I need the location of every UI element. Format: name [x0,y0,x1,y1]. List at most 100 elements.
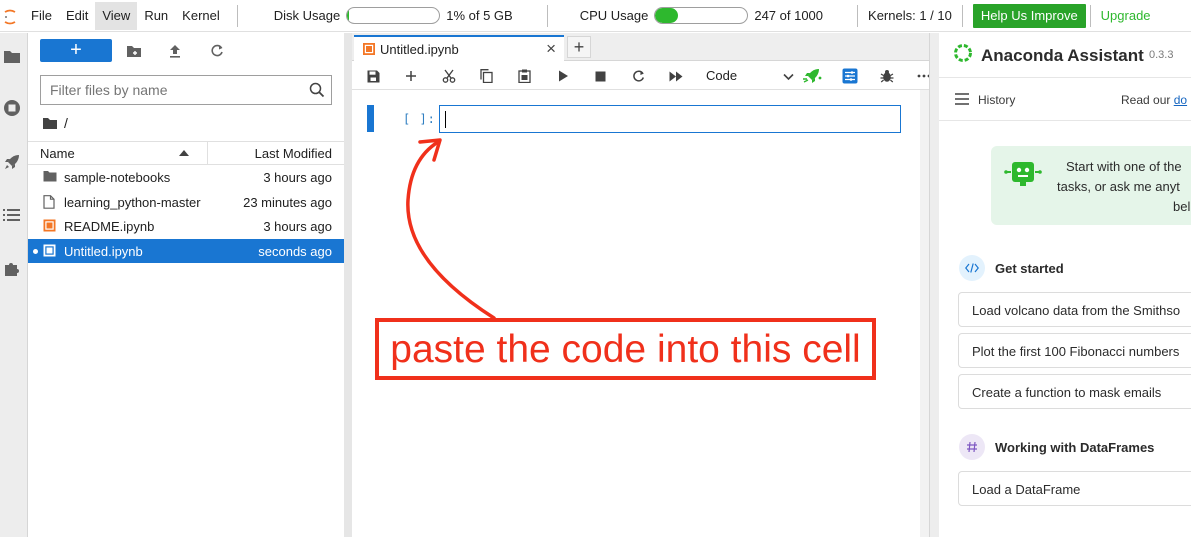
notebook-icon [43,219,57,233]
copy-icon[interactable] [477,67,495,85]
chevron-down-icon [783,69,794,84]
suggestion-card[interactable]: Load a DataFrame [958,471,1191,506]
save-icon[interactable] [364,67,382,85]
file-browser: + / Name Last Modified sample-notebook [28,33,344,537]
assistant-title: Anaconda Assistant [981,46,1144,65]
notebook-scrollbar[interactable] [920,90,929,537]
menu-run[interactable]: Run [137,2,175,30]
menu-file[interactable]: File [24,2,59,30]
list-item[interactable]: README.ipynb 3 hours ago [28,214,344,239]
breadcrumb-path[interactable]: / [64,115,68,131]
new-folder-icon[interactable] [125,42,143,60]
close-icon[interactable]: × [546,39,556,59]
new-tab-button[interactable]: + [567,36,591,58]
code-cell-editor[interactable] [439,105,901,133]
get-started-section: Get started [959,255,1064,281]
dataframes-heading: Working with DataFrames [995,439,1155,455]
file-list-header: Name Last Modified [28,141,344,165]
search-icon [309,82,325,98]
insert-cell-icon[interactable] [402,67,420,85]
welcome-line-2: tasks, or ask me anyt [1057,179,1180,194]
cpu-usage-fill [655,8,679,23]
file-modified: 3 hours ago [263,219,332,234]
toc-icon[interactable] [3,206,21,224]
document-tab-bar: Untitled.ipynb × + [352,33,939,62]
code-icon [959,255,985,281]
dataframes-section: Working with DataFrames [959,434,1155,460]
hamburger-menu-icon[interactable] [955,93,971,107]
refresh-icon[interactable] [208,42,226,60]
suggestion-card[interactable]: Load volcano data from the Smithso [958,292,1191,327]
cpu-usage: CPU Usage 247 of 1000 [580,7,823,24]
new-launcher-button[interactable]: + [40,39,112,62]
folder-icon[interactable] [3,47,21,65]
running-icon[interactable] [3,99,21,117]
file-filter [40,75,332,105]
breadcrumb: / [42,113,68,133]
annotation-text: paste the code into this cell [390,328,861,371]
file-modified: 3 hours ago [263,170,332,185]
docs-link[interactable]: do [1174,93,1187,107]
menu-bar: File Edit View Run Kernel Disk Usage 1% … [0,0,1191,32]
cell-type-dropdown[interactable]: Code [706,67,796,85]
column-last-modified[interactable]: Last Modified [255,146,332,161]
anaconda-assistant-panel: Anaconda Assistant 0.3.3 History Read ou… [939,33,1191,537]
stop-icon[interactable] [591,67,609,85]
read-docs-prefix: Read our [1121,93,1171,107]
text-caret [445,111,446,128]
suggestion-text: Plot the first 100 Fibonacci numbers [972,344,1180,359]
suggestion-text: Create a function to mask emails [972,385,1162,400]
tab-untitled-notebook[interactable]: Untitled.ipynb × [354,35,564,62]
help-us-improve-button[interactable]: Help Us Improve [972,3,1086,28]
suggestion-text: Load a DataFrame [972,482,1081,497]
left-activity-rail [0,33,28,537]
fast-forward-icon[interactable] [667,67,685,85]
home-folder-icon[interactable] [42,117,58,130]
menu-edit[interactable]: Edit [59,2,95,30]
notebook-icon [363,43,375,55]
file-icon [43,194,57,209]
annotation-callout: paste the code into this cell [375,318,876,380]
debugger-bug-icon[interactable] [878,67,896,85]
suggestion-card[interactable]: Plot the first 100 Fibonacci numbers [958,333,1191,368]
assistant-rocket-icon[interactable] [801,67,823,85]
cell-collapser[interactable] [367,105,374,132]
property-inspector-icon[interactable] [841,67,859,85]
cell-type-value: Code [706,68,738,83]
notebook-icon [43,244,57,258]
upload-icon[interactable] [166,42,184,60]
panel-splitter[interactable] [344,33,352,537]
suggestion-text: Load volcano data from the Smithso [972,303,1181,318]
restart-icon[interactable] [629,67,647,85]
list-item[interactable]: Untitled.ipynb seconds ago [28,238,344,263]
column-name[interactable]: Name [40,146,75,161]
column-divider[interactable] [207,142,208,164]
disk-usage-label: Disk Usage [273,8,341,23]
history-link[interactable]: History [978,93,1015,107]
list-item[interactable]: learning_python-master 23 minutes ago [28,190,344,215]
file-modified: seconds ago [258,243,332,259]
rocket-icon[interactable] [3,153,21,171]
assistant-header: Anaconda Assistant 0.3.3 [939,33,1191,78]
paste-icon[interactable] [515,67,533,85]
file-filter-input[interactable] [41,76,301,104]
cpu-usage-label: CPU Usage [579,8,649,23]
panel-splitter-right[interactable] [929,33,939,537]
suggestion-card[interactable]: Create a function to mask emails [958,374,1191,409]
cut-icon[interactable] [440,67,458,85]
robot-icon [1003,156,1043,192]
file-name: Untitled.ipynb [64,243,143,259]
menu-view[interactable]: View [95,1,138,30]
upgrade-link[interactable]: Upgrade [1101,8,1151,23]
list-item[interactable]: sample-notebooks 3 hours ago [28,165,344,190]
cell-input-prompt: [ ]: [403,112,436,126]
get-started-heading: Get started [995,260,1064,276]
menu-kernel[interactable]: Kernel [175,2,227,30]
menu-separator [236,4,238,27]
file-browser-toolbar: + [28,39,344,63]
extension-icon[interactable] [3,259,21,277]
run-icon[interactable] [554,67,572,85]
file-modified: 23 minutes ago [243,194,332,210]
menu-separator [857,4,859,27]
file-list: sample-notebooks 3 hours ago learning_py… [28,165,344,263]
